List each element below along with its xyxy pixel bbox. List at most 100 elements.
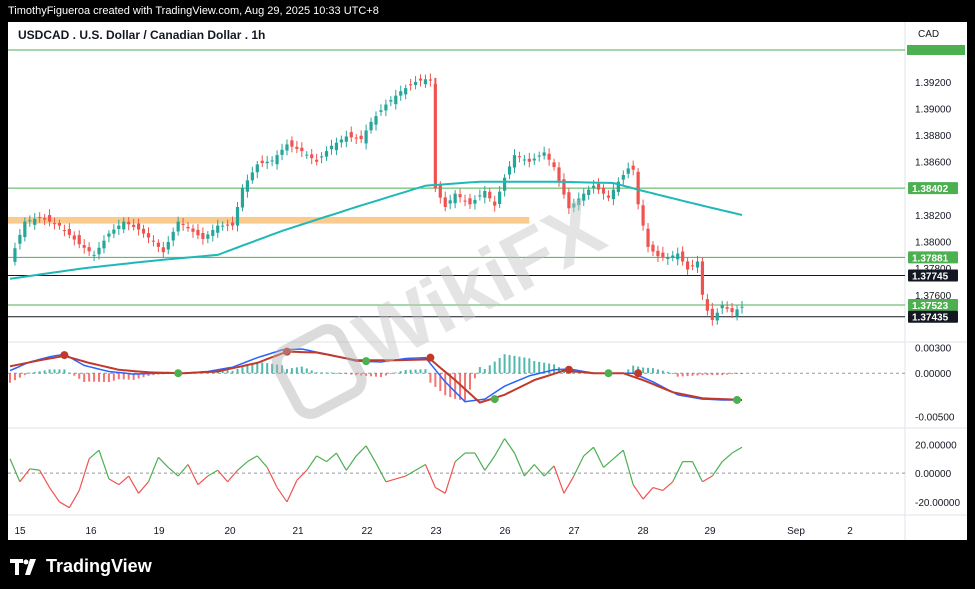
candle-body — [374, 116, 378, 125]
candle-body — [656, 250, 660, 257]
candle-body — [339, 139, 343, 143]
price-label-text: 1.37435 — [912, 313, 949, 324]
macd-histogram-bar — [241, 367, 244, 374]
macd-histogram-bar — [661, 370, 664, 374]
x-axis-label: 28 — [637, 526, 649, 537]
x-axis-label: 15 — [14, 526, 26, 537]
chart-svg[interactable]: 1.39200 1.39000 1.38800 1.38600 1.38200 1.380… — [0, 0, 975, 589]
candle-body — [359, 135, 363, 140]
candle-body — [636, 171, 640, 205]
rsi-line-segment — [167, 466, 179, 477]
rsi-line-segment — [118, 475, 130, 486]
macd-histogram-bar — [28, 372, 31, 374]
macd-histogram-bar — [345, 373, 348, 375]
candle-body — [399, 91, 403, 96]
macd-top-label: 0.00300 — [915, 343, 952, 354]
candle-body — [596, 183, 601, 190]
candle-body — [458, 194, 462, 198]
candle-body — [512, 155, 517, 168]
candle-body — [57, 223, 62, 226]
rsi-line-segment — [583, 446, 595, 457]
rsi-line-segment — [237, 461, 248, 471]
rsi-line-segment — [613, 449, 624, 460]
candle-body — [275, 155, 279, 165]
rsi-line-segment — [19, 468, 31, 483]
candle-body — [646, 228, 650, 247]
candle-body — [735, 309, 739, 317]
macd-cross-marker — [733, 395, 742, 404]
macd-histogram-bar — [424, 369, 427, 374]
macd-histogram-bar — [656, 369, 659, 374]
macd-histogram-bar — [488, 365, 491, 374]
rsi-tick-label: 0.00000 — [915, 469, 952, 480]
candle-body — [186, 226, 190, 229]
candle-body — [52, 223, 57, 225]
rsi-line-segment — [147, 457, 159, 483]
rsi-line-segment — [672, 461, 684, 483]
price-label-text: 1.37523 — [912, 301, 949, 312]
rsi-line-segment — [335, 452, 347, 471]
macd-histogram-bar — [261, 362, 264, 374]
candle-body — [23, 221, 27, 238]
macd-histogram-bar — [478, 367, 481, 374]
rsi-line-segment — [543, 465, 555, 477]
macd-histogram-bar — [18, 373, 21, 378]
rsi-line-segment — [247, 455, 258, 463]
macd-histogram-bar — [666, 371, 669, 374]
rsi-line-segment — [385, 478, 396, 483]
tradingview-logo[interactable]: TradingView — [10, 556, 152, 577]
macd-histogram-bar — [13, 373, 16, 381]
macd-histogram-bar — [468, 373, 471, 390]
macd-cross-marker — [60, 351, 69, 360]
rsi-line-segment — [702, 475, 713, 483]
macd-histogram-bar — [701, 373, 704, 376]
candle-body — [552, 162, 556, 168]
x-axis-label: 19 — [153, 526, 165, 537]
rsi-line-segment — [731, 446, 743, 454]
macd-histogram-bar — [340, 373, 343, 375]
price-tick-label: 1.38200 — [915, 211, 952, 222]
candle-body — [87, 247, 91, 252]
rsi-line-segment — [256, 455, 268, 468]
macd-histogram-bar — [691, 373, 694, 376]
rsi-line-segment — [435, 487, 446, 494]
candle-body — [156, 242, 160, 247]
macd-histogram-bar — [285, 368, 288, 374]
rsi-line-segment — [405, 469, 416, 477]
candle-body — [418, 78, 423, 81]
candle-body — [394, 95, 398, 105]
rsi-line-segment — [345, 455, 357, 471]
rsi-line-segment — [326, 452, 337, 463]
candle-body — [651, 244, 655, 252]
candle-body — [730, 308, 734, 313]
rsi-line-segment — [355, 445, 367, 457]
rsi-line-segment — [523, 464, 535, 477]
candle-body — [631, 165, 635, 170]
price-label-text: 1.37745 — [912, 271, 949, 282]
macd-cross-marker — [490, 395, 499, 404]
x-axis-label: 27 — [568, 526, 580, 537]
rsi-line-segment — [187, 464, 199, 485]
candle-body — [676, 253, 680, 260]
rsi-line-segment — [533, 464, 545, 477]
candle-body — [685, 261, 690, 270]
macd-histogram-bar — [681, 373, 684, 377]
candle-body — [181, 223, 185, 225]
macd-histogram-bar — [731, 373, 734, 375]
macd-histogram-bar — [122, 373, 125, 380]
rsi-line-segment — [177, 464, 189, 477]
macd-cross-marker — [604, 369, 613, 378]
macd-histogram-bar — [429, 373, 432, 383]
rsi-line-segment — [375, 462, 387, 483]
candle-body — [478, 195, 482, 197]
candle-body — [310, 154, 314, 159]
candle-body — [601, 187, 606, 194]
candle-body — [136, 223, 141, 230]
rsi-line-segment — [98, 449, 110, 480]
macd-histogram-bar — [23, 373, 26, 376]
macd-histogram-bar — [88, 373, 91, 382]
macd-histogram-bar — [651, 368, 654, 374]
currency-label[interactable]: CAD — [918, 29, 939, 40]
macd-histogram-bar — [370, 373, 373, 377]
candle-body — [384, 104, 388, 111]
